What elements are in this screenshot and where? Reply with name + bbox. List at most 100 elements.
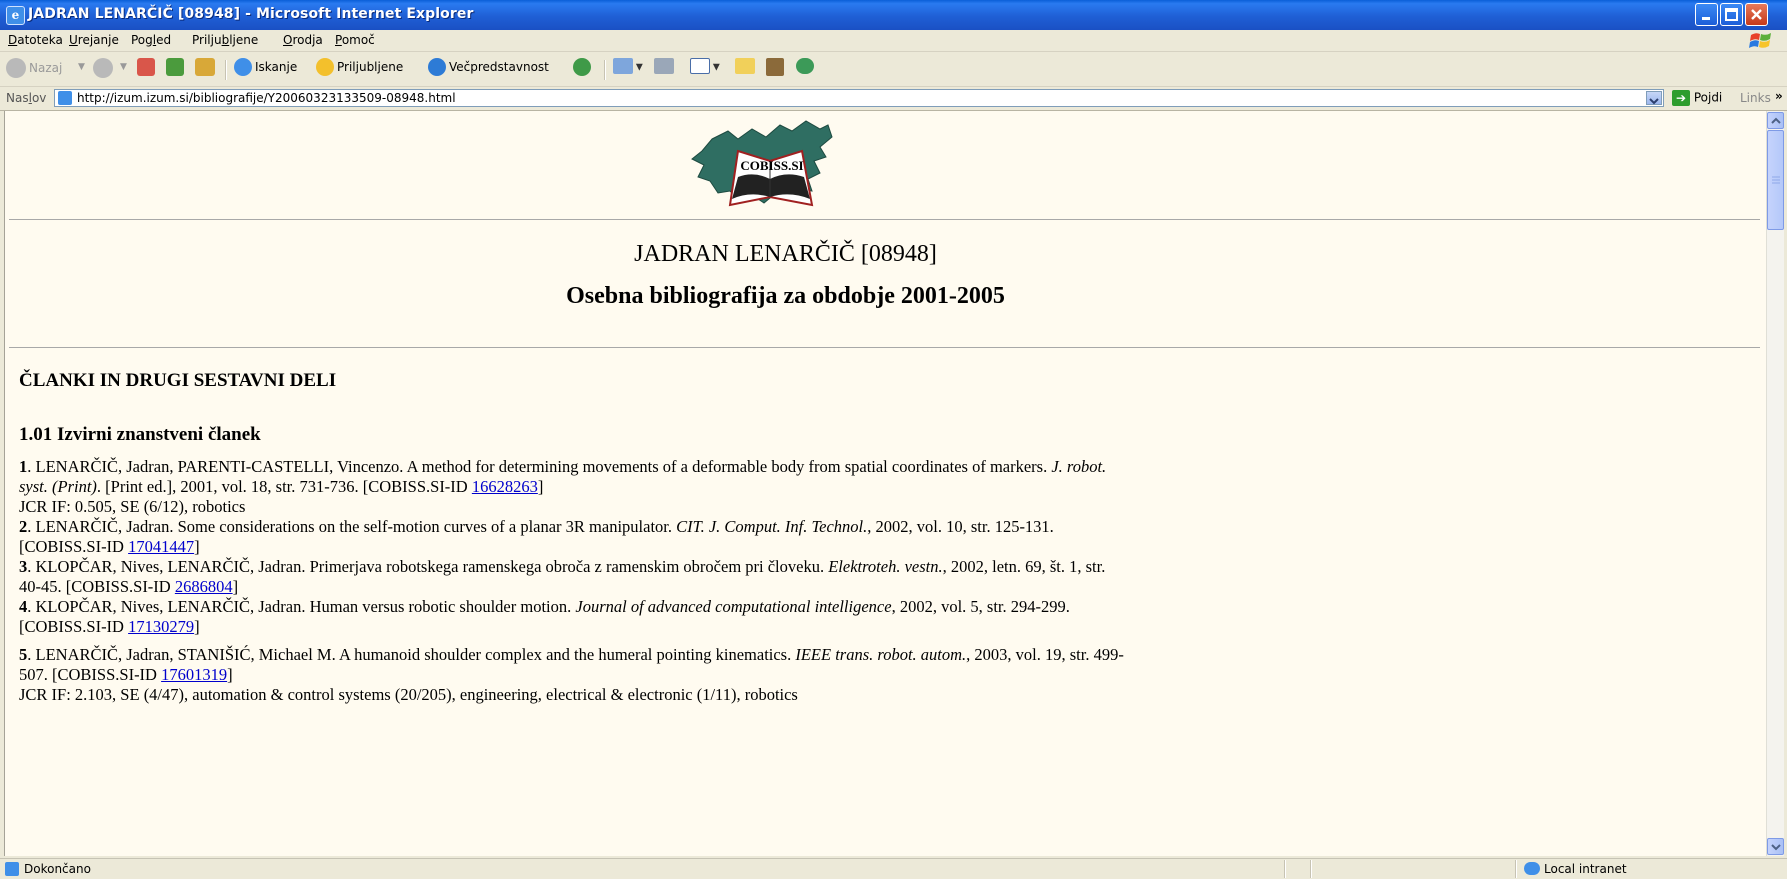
- cobiss-id-link[interactable]: 17130279: [128, 617, 194, 636]
- entry-text: ]: [537, 477, 544, 496]
- logo-text: COBISS.SI: [740, 158, 803, 173]
- back-dropdown[interactable]: ▼: [78, 58, 85, 80]
- cobiss-id-link[interactable]: 16628263: [472, 477, 538, 496]
- entry-text: . LENARČIČ, Jadran, STANIŠIĆ, Michael M.…: [27, 645, 796, 664]
- cobiss-id-link[interactable]: 2686804: [175, 577, 233, 596]
- entry-text: 40-45. [COBISS.SI-ID: [19, 577, 175, 596]
- chevron-down-icon: [1771, 844, 1781, 851]
- edit-button[interactable]: ▼: [690, 58, 720, 80]
- entry-line: JCR IF: 0.505, SE (6/12), robotics: [19, 497, 1539, 517]
- entry-text: , 2003, vol. 19, str. 499-: [966, 645, 1124, 664]
- windows-logo-icon: [1749, 33, 1771, 48]
- toolbar: Nazaj ▼ ▼ Iskanje Priljubljene Večpredst…: [0, 52, 1787, 87]
- address-url[interactable]: http://izum.izum.si/bibliografije/Y20060…: [77, 91, 456, 105]
- maximize-button[interactable]: [1720, 3, 1743, 26]
- refresh-icon: [166, 58, 184, 76]
- chevron-right-icon[interactable]: »: [1775, 89, 1783, 103]
- research-icon: [766, 58, 784, 76]
- entry-text: , 2002, vol. 5, str. 294-299.: [891, 597, 1070, 616]
- entry-text: [COBISS.SI-ID: [19, 537, 129, 556]
- section-heading: ČLANKI IN DRUGI SESTAVNI DELI: [19, 370, 337, 391]
- entry-text: ]: [194, 617, 200, 636]
- entry-text: . LENARČIČ, Jadran. Some considerations …: [27, 517, 677, 536]
- entry-text: . KLOPČAR, Nives, LENARČIČ, Jadran. Huma…: [27, 597, 576, 616]
- bibliography-entry: 5. LENARČIČ, Jadran, STANIŠIĆ, Michael M…: [19, 645, 1539, 705]
- menu-pomoc[interactable]: Pomoč: [335, 33, 375, 47]
- media-button[interactable]: Večpredstavnost: [428, 58, 549, 80]
- entry-line: [COBISS.SI-ID 17130279]: [19, 617, 1539, 637]
- divider: [9, 219, 1760, 220]
- scroll-up-button[interactable]: [1767, 112, 1784, 129]
- folder-button[interactable]: [735, 58, 755, 80]
- chevron-down-icon: [1649, 98, 1659, 105]
- entry-line: 3. KLOPČAR, Nives, LENARČIČ, Jadran. Pri…: [19, 557, 1539, 577]
- cobiss-id-link[interactable]: 17601319: [161, 665, 227, 684]
- search-button[interactable]: Iskanje: [234, 58, 297, 80]
- cobiss-logo: COBISS.SI: [691, 120, 833, 207]
- forward-button[interactable]: [93, 58, 113, 80]
- go-button[interactable]: ➔ Pojdi: [1672, 90, 1722, 106]
- maximize-icon: [1725, 8, 1738, 21]
- stop-button[interactable]: [137, 58, 155, 80]
- links-label[interactable]: Links: [1740, 91, 1771, 105]
- cobiss-id-link[interactable]: 17041447: [128, 537, 194, 556]
- window-title: JADRAN LENARČIČ [08948] - Microsoft Inte…: [28, 6, 474, 22]
- grip-icon: [1772, 176, 1780, 184]
- status-text: Dokončano: [24, 862, 91, 876]
- mail-button[interactable]: ▼: [613, 58, 643, 80]
- entry-text: JCR IF: 2.103, SE (4/47), automation & c…: [19, 685, 798, 704]
- refresh-button[interactable]: [166, 58, 184, 80]
- address-dropdown[interactable]: [1646, 91, 1662, 105]
- entry-text: , 2002, letn. 69, št. 1, str.: [942, 557, 1106, 576]
- stop-icon: [137, 58, 155, 76]
- menu-urejanje[interactable]: Urejanje: [69, 33, 119, 47]
- messenger-button[interactable]: [796, 58, 814, 80]
- menu-orodja[interactable]: Orodja: [283, 33, 323, 47]
- history-button[interactable]: [573, 58, 591, 80]
- toolbar-separator: [225, 60, 227, 80]
- minimize-icon: [1702, 17, 1710, 20]
- ie-window: e JADRAN LENARČIČ [08948] - Microsoft In…: [0, 0, 1787, 879]
- menu-datoteka[interactable]: Datoteka: [8, 33, 63, 47]
- entry-number: 1: [19, 457, 28, 476]
- entry-line: 2. LENARČIČ, Jadran. Some considerations…: [19, 517, 1539, 537]
- messenger-icon: [796, 58, 814, 74]
- entry-line: 5. LENARČIČ, Jadran, STANIŠIĆ, Michael M…: [19, 645, 1539, 665]
- search-icon: [234, 58, 252, 76]
- back-button[interactable]: Nazaj: [6, 58, 62, 80]
- bibliography-entry: 2. LENARČIČ, Jadran. Some considerations…: [19, 517, 1539, 557]
- home-icon: [195, 58, 215, 76]
- menu-priljubljene[interactable]: Priljubljene: [192, 33, 258, 47]
- scroll-thumb[interactable]: [1767, 130, 1784, 230]
- print-button[interactable]: [654, 58, 674, 80]
- address-label: Naslov: [6, 91, 47, 105]
- divider: [9, 347, 1760, 348]
- favorites-button[interactable]: Priljubljene: [316, 58, 403, 80]
- vertical-scrollbar[interactable]: [1766, 111, 1784, 856]
- forward-dropdown[interactable]: ▼: [120, 58, 127, 80]
- menu-bar: Datoteka Urejanje Pogled Priljubljene Or…: [0, 30, 1787, 52]
- entry-text: [COBISS.SI-ID: [19, 617, 129, 636]
- history-icon: [573, 58, 591, 76]
- address-input[interactable]: http://izum.izum.si/bibliografije/Y20060…: [54, 89, 1664, 107]
- home-button[interactable]: [195, 58, 215, 80]
- menu-pogled[interactable]: Pogled: [131, 33, 171, 47]
- entry-text: ]: [227, 665, 233, 684]
- close-button[interactable]: [1745, 3, 1768, 26]
- minimize-button[interactable]: [1695, 3, 1718, 26]
- entry-number: 4: [19, 597, 28, 616]
- security-zone: Local intranet: [1544, 862, 1627, 876]
- journal-title: IEEE trans. robot. autom.: [795, 645, 967, 664]
- page-title: JADRAN LENARČIČ [08948]: [634, 241, 937, 267]
- title-bar: e JADRAN LENARČIČ [08948] - Microsoft In…: [0, 0, 1787, 30]
- journal-title: CIT. J. Comput. Inf. Technol.: [676, 517, 868, 536]
- favorites-star-icon: [316, 58, 334, 76]
- status-divider: [1284, 860, 1286, 878]
- chevron-up-icon: [1771, 117, 1781, 124]
- scroll-down-button[interactable]: [1767, 838, 1784, 855]
- entry-number: 5: [19, 645, 28, 664]
- research-button[interactable]: [766, 58, 784, 80]
- journal-title: Journal of advanced computational intell…: [575, 597, 892, 616]
- status-bar: Dokončano Local intranet: [0, 858, 1787, 879]
- entry-text: , 2002, vol. 10, str. 125-131.: [867, 517, 1054, 536]
